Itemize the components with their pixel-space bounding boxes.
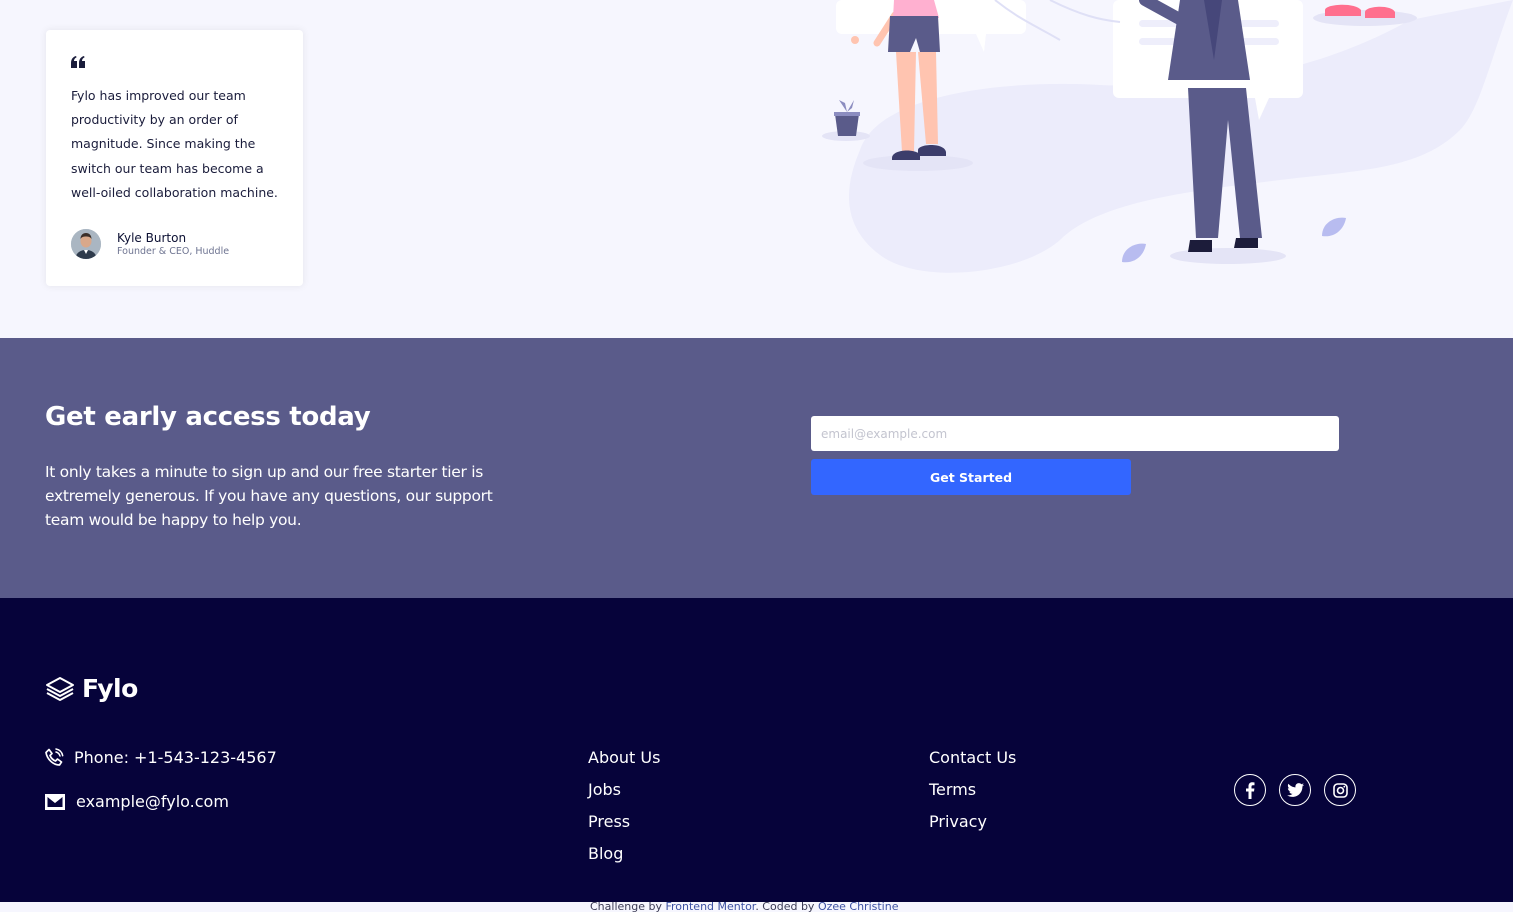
- email-input[interactable]: [811, 416, 1339, 451]
- testimonial-quote: Fylo has improved our team productivity …: [71, 88, 278, 200]
- footer-link-blog[interactable]: Blog: [588, 842, 660, 874]
- footer: Fylo Phone: +1-543-123-4567 example@fylo…: [0, 598, 1513, 902]
- instagram-button[interactable]: [1324, 774, 1356, 806]
- facebook-button[interactable]: [1234, 774, 1266, 806]
- contact-phone: Phone: +1-543-123-4567: [45, 748, 277, 767]
- instagram-icon: [1332, 782, 1348, 798]
- footer-link-about-us[interactable]: About Us: [588, 746, 660, 778]
- author-title: Founder & CEO, Huddle: [117, 245, 230, 257]
- logo-text: Fylo: [82, 674, 138, 703]
- early-access-description: It only takes a minute to sign up and ou…: [45, 463, 493, 529]
- footer-link-contact-us[interactable]: Contact Us: [929, 746, 1016, 778]
- phone-icon: [45, 748, 64, 766]
- phone-text: Phone: +1-543-123-4567: [74, 748, 277, 767]
- footer-links-company: About Us Jobs Press Blog: [588, 746, 660, 874]
- social-links: [1234, 774, 1356, 806]
- team-illustration: [822, 0, 1513, 273]
- quote-icon: [71, 56, 85, 68]
- testimonial-card: Fylo has improved our team productivity …: [46, 30, 303, 286]
- layers-logo-icon: [46, 676, 74, 701]
- get-started-button[interactable]: Get Started: [811, 459, 1131, 495]
- testimonial-author: Kyle Burton Founder & CEO, Huddle: [71, 229, 229, 259]
- early-access-section: Get early access today It only takes a m…: [0, 338, 1513, 598]
- author-link[interactable]: Ozee Christine: [818, 902, 899, 912]
- testimonial-section: Fylo has improved our team productivity …: [0, 0, 1513, 338]
- attribution-prefix: Challenge by: [590, 902, 666, 912]
- facebook-icon: [1246, 781, 1255, 799]
- footer-link-terms[interactable]: Terms: [929, 778, 1016, 810]
- footer-link-jobs[interactable]: Jobs: [588, 778, 660, 810]
- attribution-bar: Challenge by Frontend Mentor. Coded by O…: [0, 902, 1513, 912]
- twitter-icon: [1286, 783, 1304, 797]
- email-text[interactable]: example@fylo.com: [76, 792, 229, 811]
- mail-icon: [45, 793, 65, 810]
- footer-link-privacy[interactable]: Privacy: [929, 810, 1016, 842]
- footer-link-press[interactable]: Press: [588, 810, 660, 842]
- fylo-logo[interactable]: Fylo: [45, 674, 138, 703]
- twitter-button[interactable]: [1279, 774, 1311, 806]
- early-access-title: Get early access today: [45, 402, 371, 432]
- avatar: [71, 229, 101, 259]
- attribution: Challenge by Frontend Mentor. Coded by O…: [590, 902, 898, 912]
- attribution-middle: . Coded by: [755, 902, 818, 912]
- contact-email: example@fylo.com: [45, 792, 229, 811]
- footer-links-support: Contact Us Terms Privacy: [929, 746, 1016, 842]
- author-name: Kyle Burton: [117, 230, 187, 245]
- frontend-mentor-link[interactable]: Frontend Mentor: [665, 902, 755, 912]
